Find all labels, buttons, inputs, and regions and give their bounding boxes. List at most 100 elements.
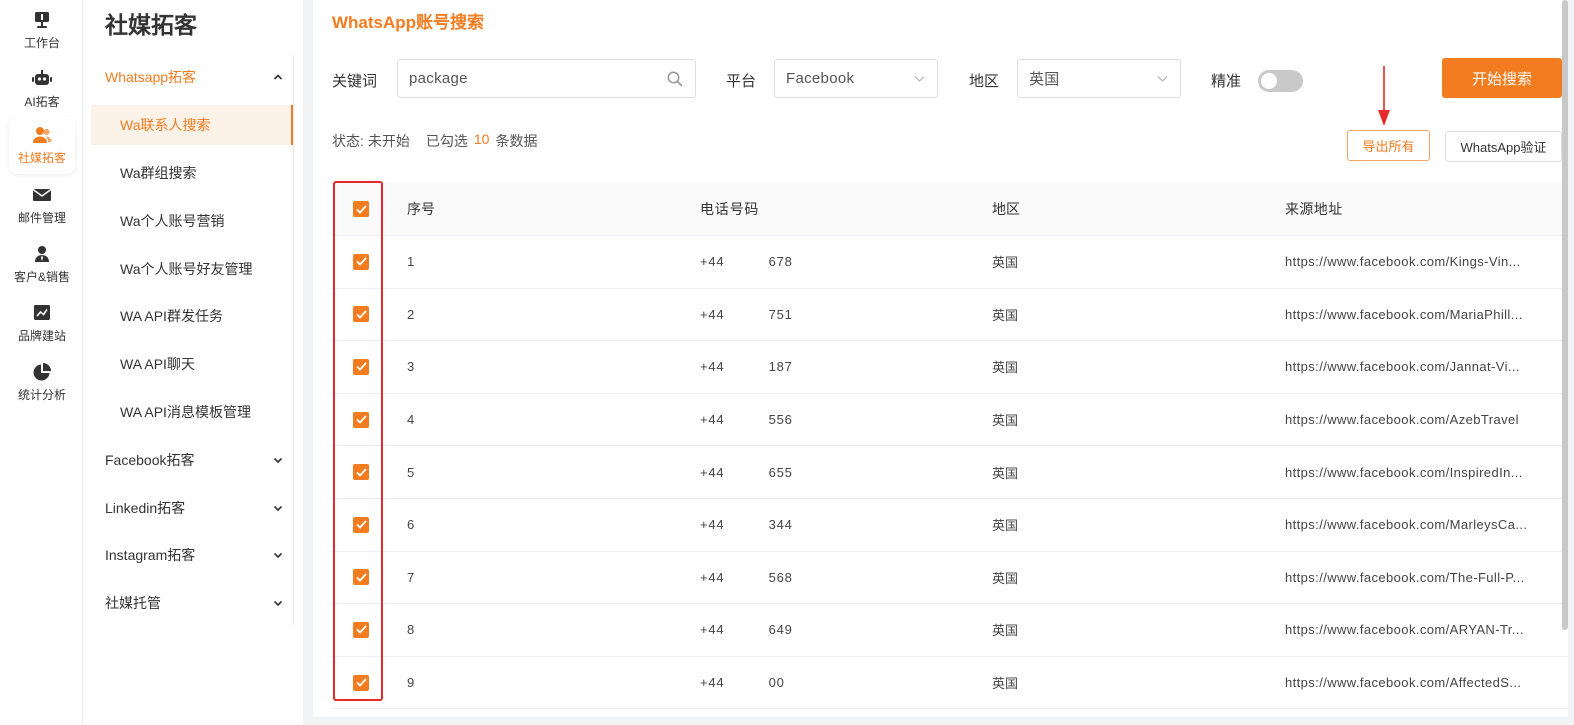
check-icon bbox=[355, 204, 367, 214]
cell-source-url[interactable]: https://www.facebook.com/MarleysCa... bbox=[1268, 517, 1574, 532]
platform-select[interactable]: Facebook bbox=[774, 59, 938, 98]
chevron-down-icon bbox=[273, 505, 283, 512]
table-row[interactable]: 6 +44 344 英国 https://www.facebook.com/Marle… bbox=[332, 499, 1574, 552]
column-header-seq: 序号 bbox=[407, 201, 435, 217]
menu-group-label: Linkedin拓客 bbox=[105, 500, 186, 516]
menu-item-wa-api-templates[interactable]: WA API消息模板管理 bbox=[91, 392, 293, 432]
menu-item-label: WA API聊天 bbox=[120, 356, 195, 372]
rail-item-stats[interactable]: 统计分析 bbox=[9, 354, 75, 411]
status-bar: 状态: 未开始 已勾选 10 条数据 bbox=[332, 131, 537, 151]
rail-label: 邮件管理 bbox=[17, 210, 66, 225]
table-row[interactable]: 5 +44 655 英国 https://www.facebook.com/Inspi… bbox=[332, 446, 1574, 499]
check-icon bbox=[355, 625, 367, 635]
platform-label: 平台 bbox=[726, 73, 757, 90]
table-row[interactable]: 2 +44 751 英国 https://www.facebook.com/Maria… bbox=[332, 289, 1574, 342]
row-checkbox[interactable] bbox=[353, 621, 369, 638]
pie-chart-icon bbox=[33, 362, 51, 380]
menu-item-label: Wa群组搜索 bbox=[120, 165, 197, 181]
row-checkbox[interactable] bbox=[353, 253, 369, 270]
select-all-checkbox[interactable] bbox=[353, 201, 369, 217]
cell-source-url[interactable]: https://www.facebook.com/ARYAN-Tr... bbox=[1268, 622, 1574, 637]
cell-seq: 1 bbox=[407, 254, 415, 270]
menu-item-wa-personal-marketing[interactable]: Wa个人账号营销 bbox=[91, 201, 293, 241]
cell-region: 英国 bbox=[992, 570, 1019, 586]
precise-toggle[interactable] bbox=[1258, 70, 1303, 92]
check-icon bbox=[355, 362, 367, 372]
row-checkbox[interactable] bbox=[353, 306, 369, 323]
rail-item-ai[interactable]: AI拓客 bbox=[9, 61, 75, 118]
cell-seq: 8 bbox=[407, 622, 415, 638]
row-checkbox[interactable] bbox=[353, 464, 369, 481]
chevron-down-icon bbox=[273, 600, 283, 607]
menu-item-label: Wa个人账号营销 bbox=[120, 213, 225, 229]
menu-item-wa-contact-search[interactable]: Wa联系人搜索 bbox=[91, 105, 293, 145]
cell-region: 英国 bbox=[992, 255, 1019, 271]
rail-item-workbench[interactable]: 工作台 bbox=[9, 2, 75, 59]
app-window: 工作台 AI拓客 社媒拓客 邮件管理 客户&销售 品牌建站 统计分析 社媒拓客 bbox=[0, 0, 1574, 725]
table-row[interactable]: 7 +44 568 英国 https://www.facebook.com/The-F… bbox=[332, 552, 1574, 605]
row-checkbox[interactable] bbox=[353, 411, 369, 428]
keyword-input[interactable]: package bbox=[397, 59, 696, 98]
menu-item-wa-group-search[interactable]: Wa群组搜索 bbox=[91, 153, 293, 193]
table-row[interactable]: 1 +44 678 英国 https://www.facebook.com/Kings… bbox=[332, 236, 1574, 289]
cell-phone: +44 568 bbox=[700, 569, 793, 585]
whatsapp-verify-button[interactable]: WhatsApp验证 bbox=[1445, 131, 1562, 162]
precise-label: 精准 bbox=[1211, 73, 1242, 90]
rail-item-brand[interactable]: 品牌建站 bbox=[9, 295, 75, 352]
rail-item-social[interactable]: 社媒拓客 bbox=[9, 117, 75, 174]
menu-group-label: 社媒托管 bbox=[105, 595, 161, 611]
menu-group-social-hosting[interactable]: 社媒托管 bbox=[105, 588, 283, 618]
table-header: 序号 电话号码 地区 来源地址 bbox=[332, 183, 1574, 236]
table-row[interactable]: 8 +44 649 英国 https://www.facebook.com/ARYAN… bbox=[332, 604, 1574, 657]
rail-label: 品牌建站 bbox=[17, 328, 66, 343]
region-select[interactable]: 英国 bbox=[1017, 59, 1181, 98]
main-panel: WhatsApp账号搜索 关键词 package 平台 Facebook 地区 … bbox=[313, 0, 1574, 717]
menu-item-wa-api-chat[interactable]: WA API聊天 bbox=[91, 344, 293, 384]
check-icon bbox=[355, 678, 367, 687]
table-row[interactable]: 9 +44 00 英国 https://www.facebook.com/Affect… bbox=[332, 657, 1574, 710]
toggle-knob bbox=[1261, 73, 1277, 89]
cell-source-url[interactable]: https://www.facebook.com/Kings-Vin... bbox=[1268, 254, 1574, 269]
cell-seq: 9 bbox=[407, 675, 415, 691]
check-icon bbox=[355, 520, 367, 530]
vertical-scrollbar[interactable] bbox=[1562, 0, 1568, 630]
cell-source-url[interactable]: https://www.facebook.com/The-Full-P... bbox=[1268, 570, 1574, 585]
menu-group-facebook[interactable]: Facebook拓客 bbox=[105, 445, 283, 475]
window-frame bbox=[1568, 0, 1574, 725]
export-all-button[interactable]: 导出所有 bbox=[1347, 130, 1430, 161]
robot-icon bbox=[32, 69, 52, 85]
rail-item-mail[interactable]: 邮件管理 bbox=[9, 177, 75, 234]
row-checkbox[interactable] bbox=[353, 516, 369, 533]
status-value: 未开始 bbox=[367, 133, 410, 149]
row-checkbox[interactable] bbox=[353, 569, 369, 586]
cell-phone: +44 556 bbox=[700, 412, 793, 428]
check-icon bbox=[355, 468, 367, 477]
search-icon[interactable] bbox=[667, 71, 683, 87]
rail-item-customer[interactable]: 客户&销售 bbox=[9, 236, 75, 293]
menu-group-linkedin[interactable]: Linkedin拓客 bbox=[105, 493, 283, 523]
cell-seq: 2 bbox=[407, 306, 415, 322]
table-row[interactable]: 3 +44 187 英国 https://www.facebook.com/Janna… bbox=[332, 341, 1574, 394]
cell-phone: +44 678 bbox=[700, 254, 793, 270]
mail-icon bbox=[32, 188, 52, 201]
cell-source-url[interactable]: https://www.facebook.com/InspiredIn... bbox=[1268, 465, 1574, 480]
customer-icon bbox=[35, 245, 49, 262]
cell-source-url[interactable]: https://www.facebook.com/AffectedS... bbox=[1268, 675, 1574, 690]
menu-item-wa-api-broadcast[interactable]: WA API群发任务 bbox=[91, 296, 293, 336]
cell-source-url[interactable]: https://www.facebook.com/MariaPhill... bbox=[1268, 307, 1574, 322]
menu-group-whatsapp[interactable]: Whatsapp拓客 bbox=[105, 62, 283, 92]
table-row[interactable]: 4 +44 556 英国 https://www.facebook.com/AzebT… bbox=[332, 394, 1574, 447]
menu-group-instagram[interactable]: Instagram拓客 bbox=[105, 540, 283, 570]
cell-source-url[interactable]: https://www.facebook.com/AzebTravel bbox=[1268, 412, 1574, 427]
row-checkbox[interactable] bbox=[353, 358, 369, 375]
icon-rail: 工作台 AI拓客 社媒拓客 邮件管理 客户&销售 品牌建站 统计分析 bbox=[0, 0, 83, 725]
menu-item-label: WA API消息模板管理 bbox=[120, 404, 251, 420]
chevron-up-icon bbox=[273, 74, 283, 80]
cell-phone: +44 187 bbox=[700, 359, 793, 375]
row-checkbox[interactable] bbox=[353, 674, 369, 691]
column-header-phone: 电话号码 bbox=[700, 201, 760, 217]
cell-source-url[interactable]: https://www.facebook.com/Jannat-Vi... bbox=[1268, 359, 1574, 374]
results-table: 序号 电话号码 地区 来源地址 1 +44 678 英国 https://www.fa… bbox=[332, 183, 1574, 710]
start-search-button[interactable]: 开始搜索 bbox=[1442, 58, 1562, 98]
menu-item-wa-friend-management[interactable]: Wa个人账号好友管理 bbox=[91, 249, 293, 289]
